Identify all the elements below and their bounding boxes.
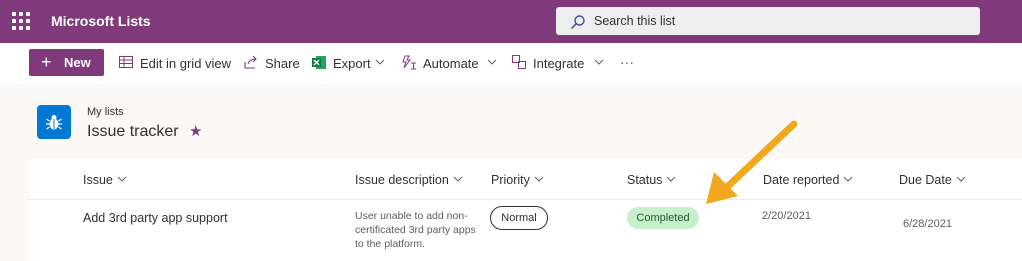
share-button[interactable]: Share <box>244 55 300 73</box>
search-placeholder: Search this list <box>594 14 676 28</box>
breadcrumb[interactable]: My lists <box>87 106 124 118</box>
column-header-due-date[interactable]: Due Date <box>899 173 966 187</box>
column-header-priority[interactable]: Priority <box>491 173 544 187</box>
more-options-button[interactable]: ··· <box>620 53 640 71</box>
more-icon: ··· <box>620 54 634 70</box>
search-icon <box>570 15 585 30</box>
annotation-arrow-icon <box>706 120 798 204</box>
column-header-label: Issue <box>83 173 113 187</box>
chevron-down-icon <box>487 59 497 65</box>
column-header-issue-description[interactable]: Issue description <box>355 173 463 187</box>
edit-grid-view-button[interactable]: Edit in grid view <box>119 55 231 73</box>
chevron-down-icon <box>534 176 544 182</box>
chevron-down-icon <box>594 59 604 65</box>
header-divider <box>29 199 1022 200</box>
new-button[interactable]: + New <box>29 49 104 76</box>
priority-badge: Normal <box>490 206 548 230</box>
chevron-down-icon <box>117 176 127 182</box>
column-header-label: Due Date <box>899 173 952 187</box>
edit-grid-view-label: Edit in grid view <box>140 56 232 71</box>
automate-icon <box>402 55 416 70</box>
share-label: Share <box>265 56 300 71</box>
column-header-label: Priority <box>491 173 530 187</box>
due-date-cell: 6/28/2021 <box>903 218 952 230</box>
chevron-down-icon <box>844 176 853 182</box>
search-input[interactable]: Search this list <box>556 7 980 35</box>
status-badge: Completed <box>627 207 699 229</box>
automate-button[interactable]: Automate <box>402 55 498 73</box>
chevron-down-icon <box>375 59 385 65</box>
export-button[interactable]: Export <box>312 55 390 73</box>
chevron-down-icon <box>956 176 966 182</box>
chevron-down-icon <box>453 176 463 182</box>
column-header-label: Issue description <box>355 173 449 187</box>
issue-cell[interactable]: Add 3rd party app support <box>83 211 228 225</box>
integrate-label: Integrate <box>533 56 585 71</box>
list-icon <box>37 105 71 139</box>
export-label: Export <box>333 56 371 71</box>
plus-icon: + <box>41 52 52 72</box>
chevron-down-icon <box>667 176 676 182</box>
app-launcher-icon[interactable] <box>12 12 30 30</box>
integrate-button[interactable]: Integrate <box>512 55 606 73</box>
app-title[interactable]: Microsoft Lists <box>51 13 151 29</box>
new-button-label: New <box>64 55 91 70</box>
column-header-issue[interactable]: Issue <box>83 173 127 187</box>
favorite-star-icon[interactable]: ★ <box>189 122 202 140</box>
column-header-status[interactable]: Status <box>627 173 676 187</box>
automate-label: Automate <box>423 56 479 71</box>
integrate-icon <box>512 55 526 69</box>
list-table: Issue Issue description Priority Status … <box>29 159 1022 261</box>
issue-description-cell: User unable to add non-certificated 3rd … <box>355 210 476 250</box>
column-header-label: Status <box>627 173 663 187</box>
suite-bar: Microsoft Lists Search this list <box>0 0 1022 43</box>
date-reported-cell: 2/20/2021 <box>762 210 811 222</box>
command-bar: + New Edit in grid view Share Export Aut… <box>0 43 1022 83</box>
grid-icon <box>119 56 133 68</box>
bug-icon <box>46 115 62 130</box>
page-title: Issue tracker <box>87 123 179 140</box>
share-icon <box>244 55 257 69</box>
excel-icon <box>312 56 326 69</box>
